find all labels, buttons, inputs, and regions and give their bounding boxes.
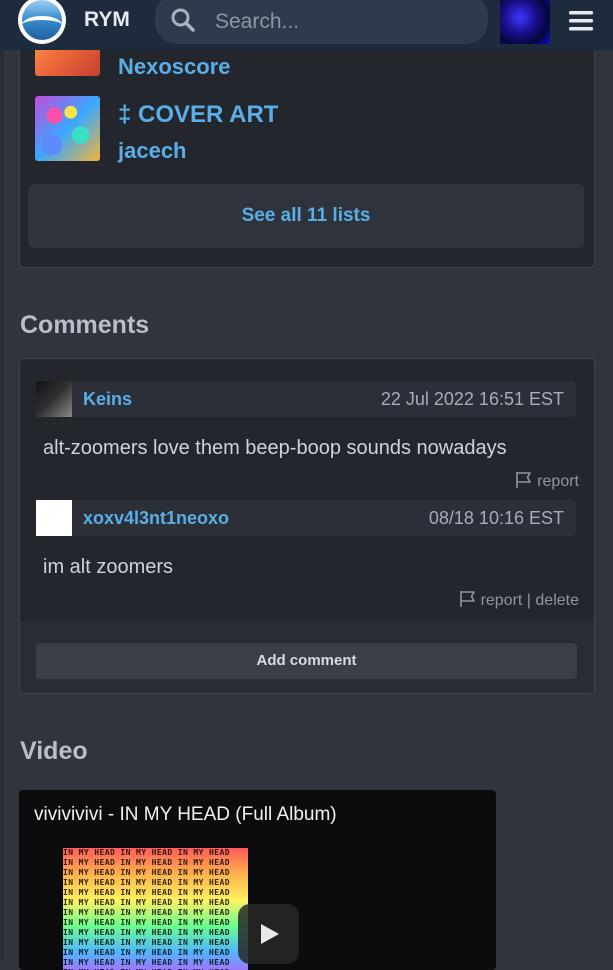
brand-name[interactable]: RYM bbox=[84, 8, 130, 32]
video-heading: Video bbox=[20, 737, 88, 765]
hamburger-menu-icon[interactable] bbox=[568, 8, 594, 34]
comment-actions: report | delete bbox=[459, 590, 579, 610]
action-separator: | bbox=[522, 592, 536, 609]
add-comment-area: Add comment bbox=[20, 621, 594, 693]
comment-text: im alt zoomers bbox=[43, 556, 174, 578]
comment-text: alt-zoomers love them beep-boop sounds n… bbox=[43, 437, 507, 459]
flag-icon[interactable] bbox=[459, 590, 477, 608]
comment-username[interactable]: xoxv4l3nt1neoxo bbox=[83, 508, 229, 529]
video-thumbnail-text: IN MY HEAD IN MY HEAD IN MY HEAD IN MY H… bbox=[63, 848, 230, 970]
user-avatar[interactable] bbox=[500, 0, 550, 44]
add-comment-button[interactable]: Add comment bbox=[36, 643, 577, 679]
comment-username[interactable]: Keins bbox=[83, 389, 132, 410]
logo-wave bbox=[22, 16, 62, 34]
list-author-link[interactable]: jacech bbox=[118, 138, 187, 164]
avatar[interactable] bbox=[36, 500, 72, 536]
comments-heading: Comments bbox=[20, 311, 150, 339]
play-icon bbox=[261, 924, 279, 944]
comments-card: Keins 22 Jul 2022 16:51 EST alt-zoomers … bbox=[19, 358, 595, 694]
search-input[interactable] bbox=[213, 6, 477, 38]
top-navigation-bar: RYM bbox=[0, 0, 613, 50]
comment-actions: report bbox=[515, 471, 579, 491]
search-icon[interactable] bbox=[170, 7, 196, 33]
comment-timestamp: 22 Jul 2022 16:51 EST bbox=[380, 389, 564, 409]
video-title[interactable]: vivivivivi - IN MY HEAD (Full Album) bbox=[34, 804, 337, 826]
video-thumbnail[interactable]: IN MY HEAD IN MY HEAD IN MY HEAD IN MY H… bbox=[63, 848, 248, 970]
search-box[interactable] bbox=[155, 0, 488, 44]
play-button[interactable] bbox=[238, 904, 299, 964]
see-all-lists-button[interactable]: See all 11 lists bbox=[28, 184, 584, 248]
list-author-link[interactable]: Nexoscore bbox=[118, 54, 231, 80]
list-cover-thumbnail[interactable] bbox=[35, 96, 100, 161]
rym-logo-icon[interactable] bbox=[18, 0, 66, 44]
list-title-link[interactable]: ‡ COVER ART bbox=[118, 101, 278, 129]
comment-header: Keins 22 Jul 2022 16:51 EST bbox=[36, 381, 576, 417]
comment-header: xoxv4l3nt1neoxo 08/18 10:16 EST bbox=[36, 500, 576, 536]
delete-link[interactable]: delete bbox=[535, 592, 579, 609]
report-link[interactable]: report bbox=[481, 592, 523, 609]
lists-card: Nexoscore ‡ COVER ART jacech See all 11 … bbox=[19, 11, 595, 268]
flag-icon[interactable] bbox=[515, 471, 533, 489]
video-embed[interactable]: vivivivivi - IN MY HEAD (Full Album) IN … bbox=[19, 790, 496, 970]
left-edge bbox=[0, 0, 4, 960]
avatar[interactable] bbox=[36, 381, 72, 417]
comment-timestamp: 08/18 10:16 EST bbox=[428, 508, 564, 528]
report-link[interactable]: report bbox=[537, 473, 579, 490]
